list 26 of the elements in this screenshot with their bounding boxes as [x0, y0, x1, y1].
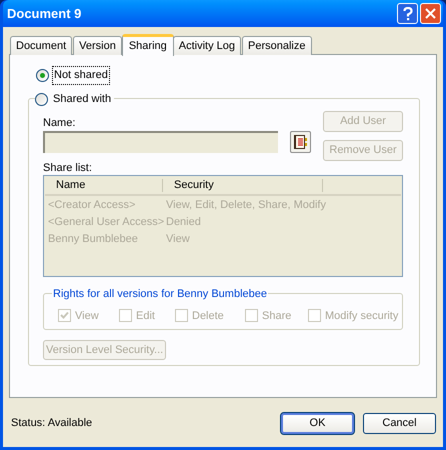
- radio-button[interactable]: [35, 92, 48, 106]
- close-icon: [425, 8, 436, 19]
- group-title: Rights for all versions for Benny Bumblebee: [52, 286, 268, 302]
- address-book-button[interactable]: [290, 131, 311, 153]
- field-label: Name:: [43, 116, 76, 131]
- help-button[interactable]: [397, 3, 418, 24]
- book-icon: [293, 134, 308, 150]
- tab[interactable]: Personalize: [242, 36, 312, 55]
- dialog-button[interactable]: OK: [281, 413, 354, 434]
- tab[interactable]: Activity Log: [172, 36, 242, 55]
- list-cell-text: Benny Bumblebee: [47, 232, 139, 248]
- window-title: Document 9: [7, 4, 82, 23]
- option-label[interactable]: Not shared: [53, 67, 109, 84]
- dialog-button[interactable]: Cancel: [363, 413, 436, 434]
- close-button[interactable]: [420, 3, 441, 24]
- tab[interactable]: Document: [10, 36, 72, 55]
- list-cell-text: Denied: [165, 215, 202, 230]
- radio-button[interactable]: [36, 69, 49, 82]
- tab[interactable]: Version: [73, 36, 122, 55]
- tab[interactable]: Sharing: [122, 34, 174, 56]
- list-cell-text: <Creator Access>: [47, 198, 136, 214]
- help-icon: [402, 6, 412, 20]
- status-text: Status: Available: [11, 416, 92, 432]
- list-cell-text: View: [165, 232, 191, 248]
- list-cell-text: <General User Access>: [47, 215, 163, 230]
- list-label: Share list:: [43, 161, 93, 174]
